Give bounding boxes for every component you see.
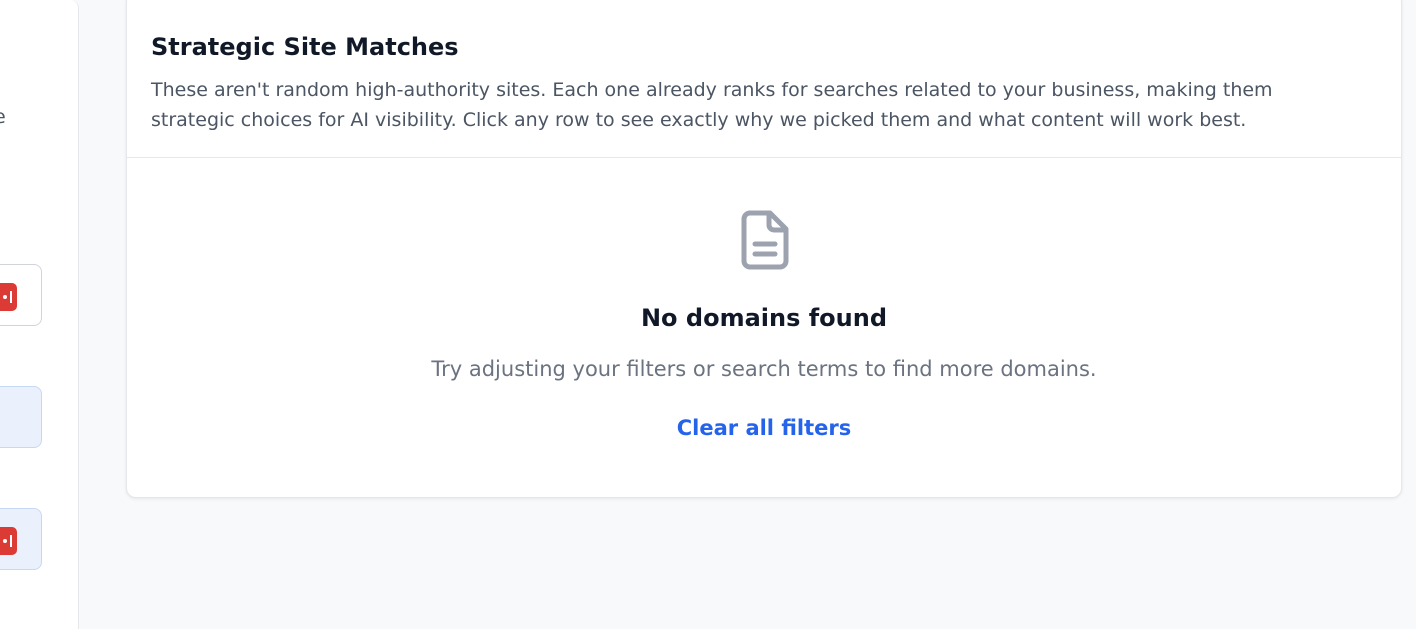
left-panel-card-selected[interactable] (0, 508, 42, 570)
left-panel-card[interactable] (0, 264, 42, 326)
empty-state: No domains found Try adjusting your filt… (127, 159, 1401, 497)
left-panel-text-fragment: e (0, 106, 6, 128)
card-description: These aren't random high-authority sites… (151, 79, 1273, 131)
clear-filters-container: Clear all filters (127, 416, 1401, 440)
document-icon (741, 210, 789, 270)
empty-state-subtitle: Try adjusting your filters or search ter… (431, 357, 1097, 381)
left-panel: e (0, 0, 79, 629)
card-title: Strategic Site Matches (151, 33, 459, 61)
card-header: Strategic Site Matches These aren't rand… (127, 0, 1401, 158)
left-panel-card-selected[interactable] (0, 386, 42, 448)
strategic-site-matches-card: Strategic Site Matches These aren't rand… (126, 0, 1402, 498)
empty-state-title: No domains found (640, 304, 888, 332)
red-badge-icon (0, 527, 17, 555)
clear-all-filters-button[interactable]: Clear all filters (677, 416, 851, 440)
page: e Strategic Site Matches These aren't ra… (0, 0, 1416, 629)
red-badge-icon (0, 283, 17, 311)
